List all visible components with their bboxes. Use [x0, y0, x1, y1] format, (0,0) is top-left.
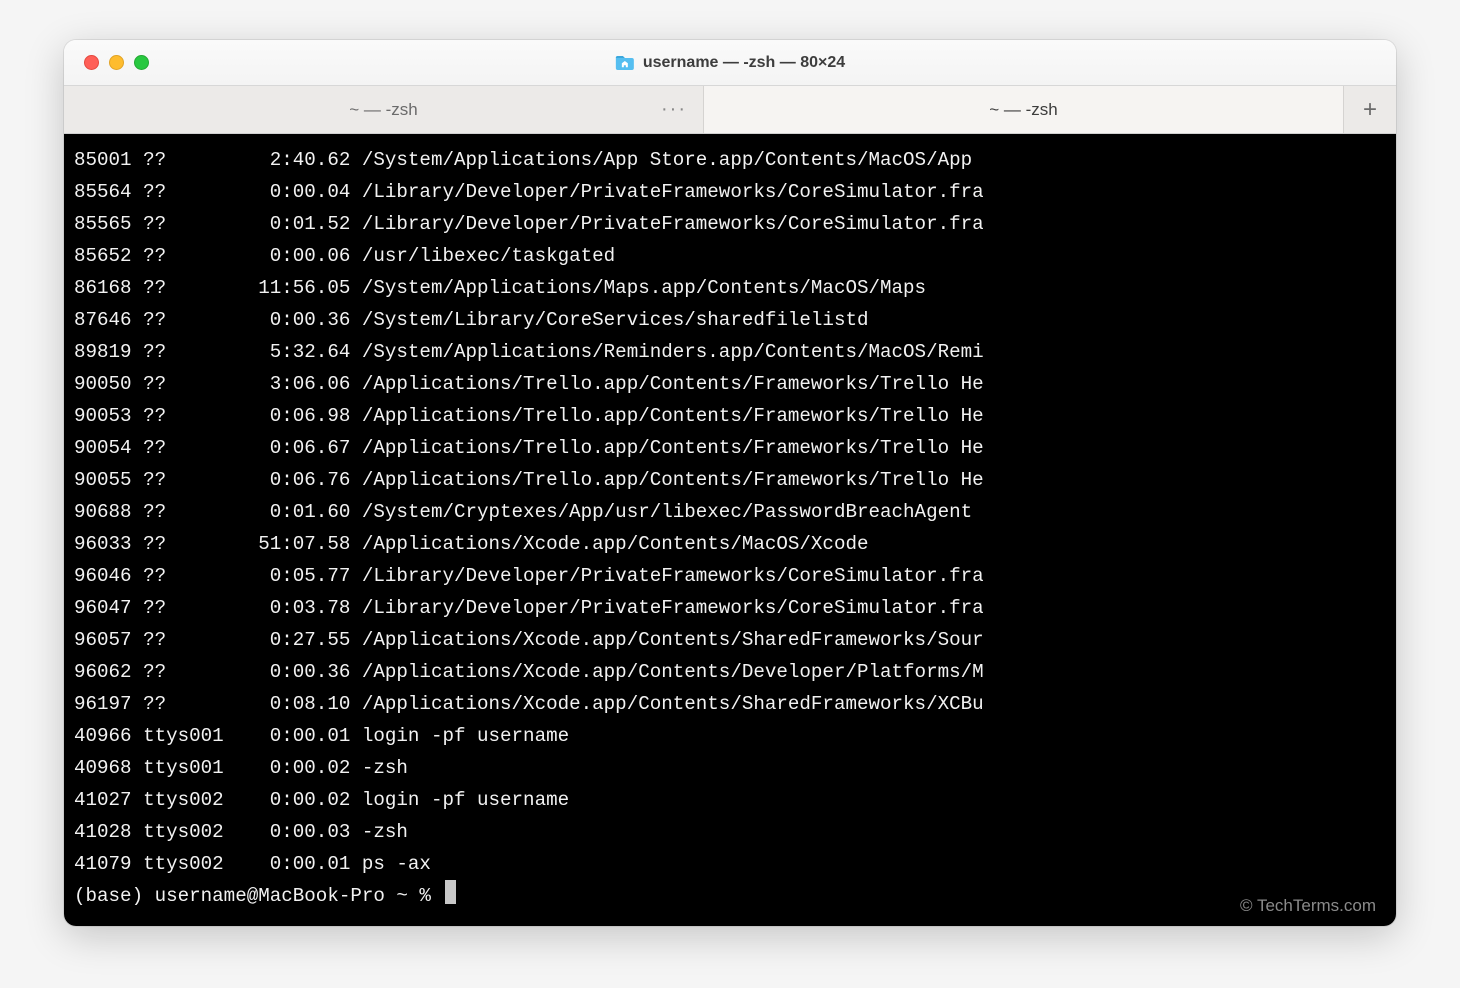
tab-2-label: ~ — -zsh — [989, 100, 1058, 120]
terminal-window: username — -zsh — 80×24 ~ — -zsh ··· ~ —… — [64, 40, 1396, 926]
minimize-button[interactable] — [109, 55, 124, 70]
titlebar: username — -zsh — 80×24 — [64, 40, 1396, 86]
tab-bar: ~ — -zsh ··· ~ — -zsh + — [64, 86, 1396, 134]
home-folder-icon — [615, 55, 635, 71]
tab-1[interactable]: ~ — -zsh ··· — [64, 86, 704, 133]
new-tab-button[interactable]: + — [1344, 86, 1396, 133]
shell-prompt[interactable]: (base) username@MacBook-Pro ~ % — [74, 885, 456, 907]
terminal-output[interactable]: 85001 ?? 2:40.62 /System/Applications/Ap… — [64, 134, 1396, 926]
tab-2[interactable]: ~ — -zsh — [704, 86, 1344, 133]
close-button[interactable] — [84, 55, 99, 70]
watermark-text: © TechTerms.com — [1240, 896, 1376, 916]
window-title-text: username — -zsh — 80×24 — [643, 54, 845, 72]
window-controls — [64, 55, 149, 70]
tab-overflow-icon[interactable]: ··· — [661, 98, 687, 121]
cursor — [445, 880, 456, 904]
plus-icon: + — [1363, 96, 1377, 124]
tab-1-label: ~ — -zsh — [349, 100, 418, 120]
maximize-button[interactable] — [134, 55, 149, 70]
window-title: username — -zsh — 80×24 — [615, 54, 845, 72]
